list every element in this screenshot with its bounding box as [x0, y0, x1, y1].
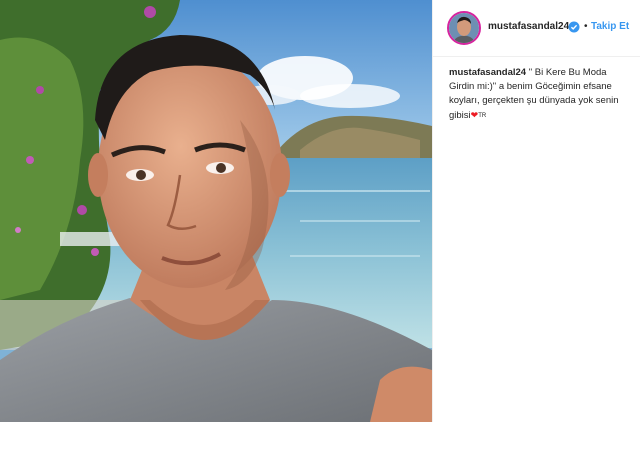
avatar[interactable] [447, 11, 481, 45]
post-photo[interactable] [0, 0, 432, 422]
post-username[interactable]: mustafasandal24 [488, 21, 569, 32]
page-bottom-whitespace [0, 422, 640, 467]
instagram-post: mustafasandal24 • Takip Et mustafasandal… [0, 0, 640, 422]
post-side-panel: mustafasandal24 • Takip Et mustafasandal… [432, 0, 640, 422]
header-separator: • [584, 21, 588, 32]
verified-badge-icon [568, 20, 580, 33]
selfie-photo-illustration [0, 0, 432, 422]
caption-username[interactable]: mustafasandal24 [449, 67, 526, 78]
post-caption: mustafasandal24 " Bi Kere Bu Moda Girdin… [449, 66, 629, 123]
turkey-flag-emoji-icon: TR [478, 113, 487, 119]
avatar-image [449, 13, 479, 43]
post-header: mustafasandal24 • Takip Et [433, 0, 640, 57]
follow-button[interactable]: Takip Et [591, 21, 629, 32]
